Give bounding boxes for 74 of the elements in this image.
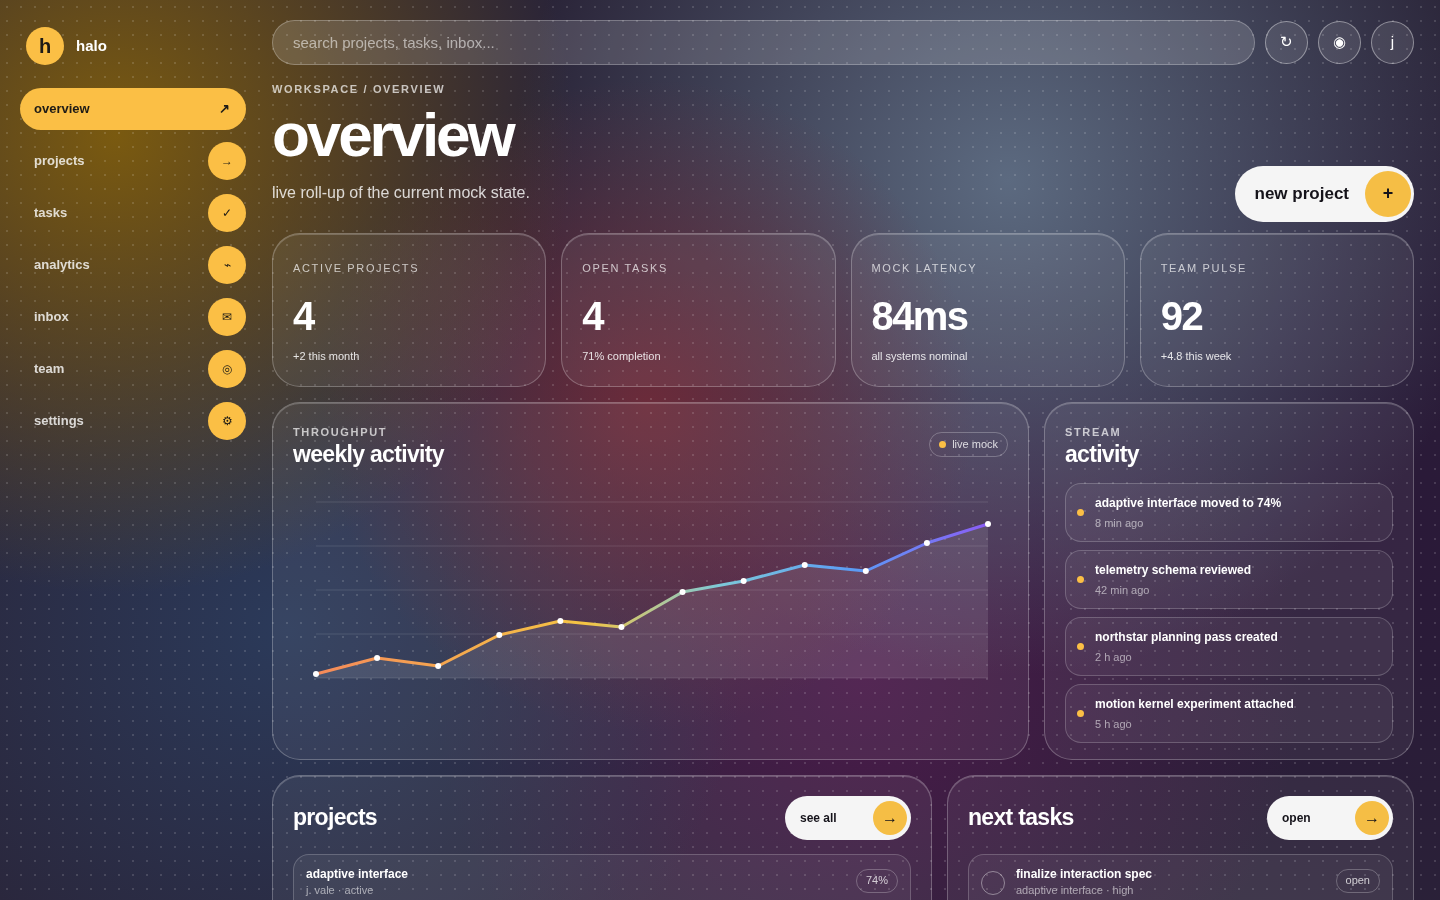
logo-badge: h bbox=[26, 27, 64, 65]
nav-item[interactable]: projects → bbox=[20, 140, 246, 182]
stat-value: 4 bbox=[582, 296, 603, 336]
stat-label: OPEN TASKS bbox=[582, 260, 669, 276]
page-subtitle: live roll-up of the current mock state. bbox=[272, 182, 530, 203]
stat-value: 4 bbox=[293, 296, 314, 336]
nav-item[interactable]: inbox ✉ bbox=[20, 296, 246, 338]
card-title: next tasks bbox=[968, 803, 1074, 833]
card-title: weekly activity bbox=[293, 440, 444, 469]
stat-note: +4.8 this week bbox=[1160, 349, 1232, 364]
breadcrumb: WORKSPACE / OVERVIEW bbox=[272, 82, 446, 97]
card-eyebrow: THROUGHPUT bbox=[293, 424, 388, 440]
data-point bbox=[374, 654, 381, 661]
nav-icon: ⚙ bbox=[208, 402, 246, 440]
plus-icon: + bbox=[1365, 170, 1411, 217]
toolbar-button[interactable]: ↻ bbox=[1265, 21, 1308, 64]
activity-text: northstar planning pass created bbox=[1095, 628, 1278, 646]
nav-icon: ⌁ bbox=[208, 246, 246, 284]
see-all-button[interactable]: see all → bbox=[785, 795, 911, 840]
stat-label: MOCK LATENCY bbox=[871, 260, 978, 276]
stat-label: ACTIVE PROJECTS bbox=[293, 260, 420, 276]
data-point bbox=[496, 631, 503, 638]
nav-item[interactable]: analytics ⌁ bbox=[20, 244, 246, 286]
stat-note: +2 this month bbox=[293, 349, 360, 364]
data-point bbox=[313, 670, 319, 677]
nav-item[interactable]: team ◎ bbox=[20, 348, 246, 390]
activity-text: adaptive interface moved to 74% bbox=[1095, 494, 1282, 512]
nav-icon: ◎ bbox=[208, 350, 246, 388]
activity-item[interactable]: northstar planning pass created 2 h ago bbox=[1065, 616, 1393, 676]
page-title: overview bbox=[272, 103, 513, 166]
nav-icon: ✓ bbox=[208, 194, 246, 232]
data-point bbox=[557, 617, 564, 624]
data-point bbox=[923, 539, 930, 546]
data-point bbox=[862, 567, 869, 574]
toolbar-button[interactable]: ◉ bbox=[1318, 21, 1361, 64]
activity-time: 2 h ago bbox=[1095, 649, 1133, 665]
project-meta: j. vale · active bbox=[306, 882, 375, 898]
activity-text: motion kernel experiment attached bbox=[1095, 695, 1294, 713]
stat-note: all systems nominal bbox=[871, 349, 968, 364]
card-eyebrow: STREAM bbox=[1065, 424, 1122, 440]
nav-item[interactable]: settings ⚙ bbox=[20, 400, 246, 442]
project-name: adaptive interface bbox=[306, 866, 409, 882]
nav-icon: ✉ bbox=[208, 298, 246, 336]
activity-item[interactable]: adaptive interface moved to 74% 8 min ago bbox=[1065, 482, 1393, 542]
brand-name: halo bbox=[76, 35, 107, 56]
card-title: projects bbox=[293, 803, 377, 833]
activity-time: 8 min ago bbox=[1095, 515, 1145, 531]
activity-time: 5 h ago bbox=[1095, 716, 1133, 732]
data-point bbox=[801, 561, 808, 568]
task-meta: adaptive interface · high bbox=[1016, 882, 1135, 898]
nav-icon: ↗ bbox=[219, 99, 230, 119]
open-button[interactable]: open → bbox=[1267, 795, 1393, 840]
activity-time: 42 min ago bbox=[1095, 582, 1151, 598]
nav-icon: → bbox=[208, 142, 246, 180]
stat-note: 71% completion bbox=[582, 349, 661, 364]
stat-label: TEAM PULSE bbox=[1160, 260, 1247, 276]
nav-item[interactable]: overview ↗ bbox=[20, 88, 246, 130]
new-project-button[interactable]: new project + bbox=[1234, 165, 1414, 222]
stat-value: 92 bbox=[1160, 296, 1203, 336]
task-row[interactable]: finalize interaction spec adaptive interface · high open bbox=[968, 853, 1393, 900]
nav-item[interactable]: tasks ✓ bbox=[20, 192, 246, 234]
data-point bbox=[985, 520, 991, 527]
activity-item[interactable]: motion kernel experiment attached 5 h ago bbox=[1065, 683, 1393, 743]
activity-text: telemetry schema reviewed bbox=[1095, 561, 1252, 579]
toolbar-button[interactable]: j bbox=[1371, 21, 1414, 64]
project-row[interactable]: adaptive interface j. vale · active 74% bbox=[293, 853, 911, 900]
data-point bbox=[618, 623, 625, 630]
task-name: finalize interaction spec bbox=[1016, 866, 1153, 882]
activity-item[interactable]: telemetry schema reviewed 42 min ago bbox=[1065, 549, 1393, 609]
card-title: activity bbox=[1065, 440, 1139, 469]
data-point bbox=[679, 588, 686, 595]
data-point bbox=[435, 662, 442, 669]
stat-value: 84ms bbox=[871, 296, 968, 336]
data-point bbox=[740, 577, 747, 584]
